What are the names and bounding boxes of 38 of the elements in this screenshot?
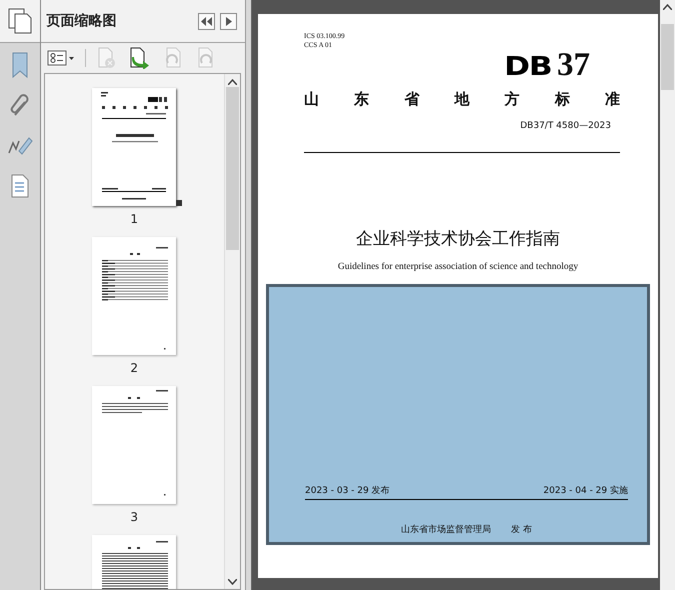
page-thumbnail[interactable] bbox=[92, 386, 176, 504]
panel-splitter[interactable] bbox=[245, 0, 252, 590]
document-subtitle: Guidelines for enterprise association of science and technology bbox=[336, 262, 580, 272]
heading-character: 标 bbox=[554, 90, 570, 109]
heading-character: 省 bbox=[404, 90, 420, 109]
heading-character: 东 bbox=[354, 90, 370, 109]
panel-title: 页面缩略图 bbox=[46, 12, 118, 30]
page-thumbnail[interactable] bbox=[92, 237, 176, 355]
heading-character: 准 bbox=[604, 90, 620, 109]
heading-character: 山 bbox=[304, 90, 319, 109]
scrollbar-thumb[interactable] bbox=[661, 24, 674, 90]
arrow-right-icon bbox=[226, 16, 232, 26]
scroll-down-icon[interactable] bbox=[228, 579, 237, 585]
options-menu-icon[interactable] bbox=[46, 49, 75, 67]
document-icon[interactable] bbox=[10, 173, 30, 199]
scroll-up-icon[interactable] bbox=[663, 4, 672, 10]
heading-character: 方 bbox=[504, 90, 520, 109]
signature-icon[interactable] bbox=[6, 135, 33, 157]
scrollbar-thumb[interactable] bbox=[226, 87, 239, 250]
page-thumbnail[interactable] bbox=[92, 88, 176, 206]
next-button[interactable] bbox=[220, 12, 237, 30]
standard-logo: DB bbox=[504, 54, 551, 80]
heading-character: 地 bbox=[454, 90, 470, 109]
page-number: 1 bbox=[130, 212, 138, 226]
pages-icon[interactable] bbox=[6, 7, 33, 35]
standard-code: DB37/T 4580—2023 bbox=[520, 121, 611, 131]
standard-logo-number: 37 bbox=[557, 52, 590, 78]
page-number: 2 bbox=[130, 361, 138, 375]
previous-button[interactable] bbox=[198, 12, 215, 30]
document-title: 企业科学技术协会工作指南 bbox=[355, 228, 561, 250]
double-arrow-left-icon bbox=[201, 16, 212, 26]
resize-handle[interactable] bbox=[176, 200, 182, 206]
issuer: 山东省市场监督管理局 bbox=[401, 524, 492, 536]
issuer-action: 发 布 bbox=[511, 524, 532, 536]
page-number: 3 bbox=[130, 510, 138, 524]
scroll-up-icon[interactable] bbox=[228, 79, 237, 85]
effective-date: 2023 - 04 - 29 实施 bbox=[543, 484, 628, 497]
issue-date: 2023 - 03 - 29 发布 bbox=[305, 484, 390, 497]
